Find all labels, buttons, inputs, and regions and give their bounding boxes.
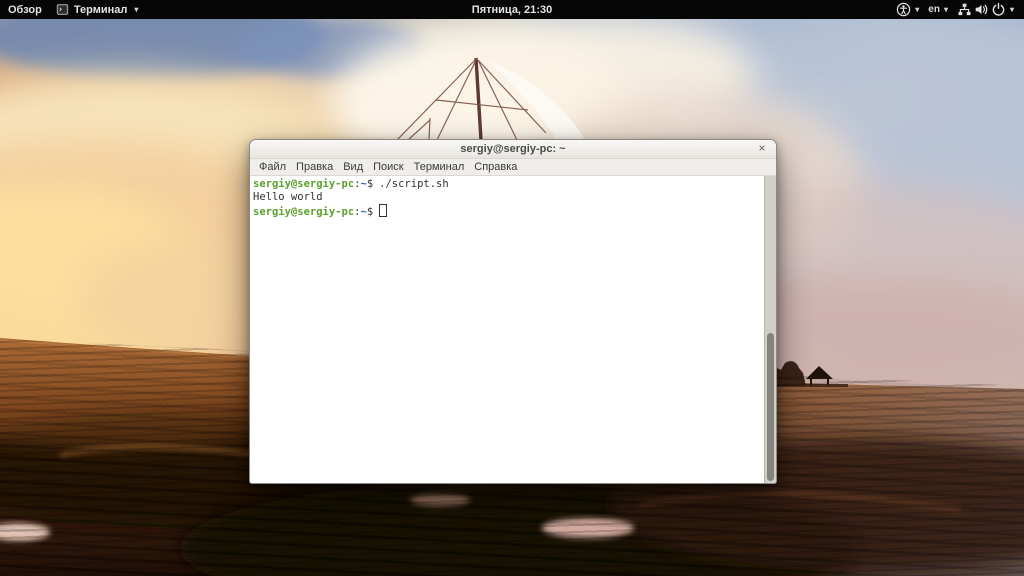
terminal-line-output: Hello world <box>253 191 760 204</box>
chevron-down-icon: ▾ <box>944 5 948 14</box>
scrollbar-track[interactable] <box>764 176 776 483</box>
prompt-user: sergiy@sergiy-pc <box>253 206 354 218</box>
terminal-content[interactable]: sergiy@sergiy-pc:~$ ./script.sh Hello wor… <box>250 176 776 483</box>
menu-file[interactable]: Файл <box>254 161 291 173</box>
window-titlebar[interactable]: sergiy@sergiy-pc: ~ × <box>250 140 776 158</box>
terminal-line-command: sergiy@sergiy-pc:~$./script.sh <box>253 178 760 191</box>
keyboard-layout-menu[interactable]: en ▾ <box>928 4 948 15</box>
power-icon <box>991 2 1006 17</box>
command-text: ./script.sh <box>379 178 449 190</box>
prompt-symbol: $ <box>367 178 373 190</box>
menu-view[interactable]: Вид <box>338 161 368 173</box>
keyboard-layout-label: en <box>928 4 940 15</box>
menu-terminal[interactable]: Терминал <box>409 161 470 173</box>
system-status-menu[interactable]: ▾ <box>957 2 1014 17</box>
menu-search[interactable]: Поиск <box>368 161 408 173</box>
gnome-top-bar: Обзор Терминал ▾ Пятница, 21:30 ▾ en ▾ <box>0 0 1024 19</box>
chevron-down-icon: ▾ <box>1010 5 1014 14</box>
terminal-window: sergiy@sergiy-pc: ~ × Файл Правка Вид По… <box>249 139 777 484</box>
menu-edit[interactable]: Правка <box>291 161 338 173</box>
accessibility-menu[interactable]: ▾ <box>896 2 919 17</box>
terminal-cursor <box>379 204 387 217</box>
window-title: sergiy@sergiy-pc: ~ <box>460 143 565 155</box>
clock-label: Пятница, 21:30 <box>472 4 552 16</box>
menu-help[interactable]: Справка <box>469 161 522 173</box>
app-menu-button[interactable]: Терминал ▾ <box>56 3 139 16</box>
app-menu-label: Терминал <box>74 4 128 16</box>
activities-button[interactable]: Обзор <box>8 4 42 16</box>
chevron-down-icon: ▾ <box>134 5 138 14</box>
volume-icon <box>974 2 989 17</box>
accessibility-icon <box>896 2 911 17</box>
chevron-down-icon: ▾ <box>915 5 919 14</box>
prompt-user: sergiy@sergiy-pc <box>253 178 354 190</box>
terminal-app-icon <box>56 3 69 16</box>
close-button[interactable]: × <box>755 141 769 156</box>
scrollbar-thumb[interactable] <box>767 333 774 481</box>
prompt-symbol: $ <box>367 206 373 218</box>
clock-button[interactable]: Пятница, 21:30 <box>472 0 552 19</box>
terminal-line-prompt: sergiy@sergiy-pc:~$ <box>253 204 760 219</box>
network-wired-icon <box>957 2 972 17</box>
terminal-menu-bar: Файл Правка Вид Поиск Терминал Справка <box>250 158 776 176</box>
desktop: { "top_bar": { "activities": "Обзор", "a… <box>0 0 1024 576</box>
